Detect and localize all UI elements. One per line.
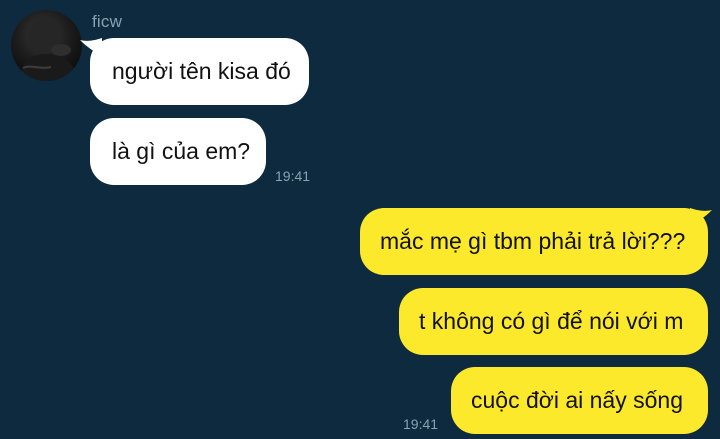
message-bubble-outgoing[interactable]: mắc mẹ gì tbm phải trả lời??? [360, 208, 708, 275]
contact-avatar[interactable] [11, 10, 82, 81]
avatar-photo [19, 18, 77, 81]
message-timestamp: 19:41 [275, 168, 311, 184]
chat-window: ficw người tên kisa đó là gì của em? 19:… [0, 0, 720, 439]
message-text: t không có gì để nói với m [419, 308, 684, 334]
message-bubble-outgoing[interactable]: cuộc đời ai nấy sống [451, 367, 708, 434]
message-text: người tên kisa đó [112, 58, 291, 84]
message-bubble-outgoing[interactable]: t không có gì để nói với m [399, 288, 708, 355]
message-bubble-incoming[interactable]: người tên kisa đó [90, 38, 309, 105]
message-bubble-incoming[interactable]: là gì của em? [90, 118, 266, 185]
message-text: mắc mẹ gì tbm phải trả lời??? [380, 228, 686, 254]
message-timestamp: 19:41 [403, 416, 439, 432]
contact-name: ficw [92, 12, 123, 31]
message-text: cuộc đời ai nấy sống [471, 387, 683, 413]
message-text: là gì của em? [112, 138, 251, 164]
